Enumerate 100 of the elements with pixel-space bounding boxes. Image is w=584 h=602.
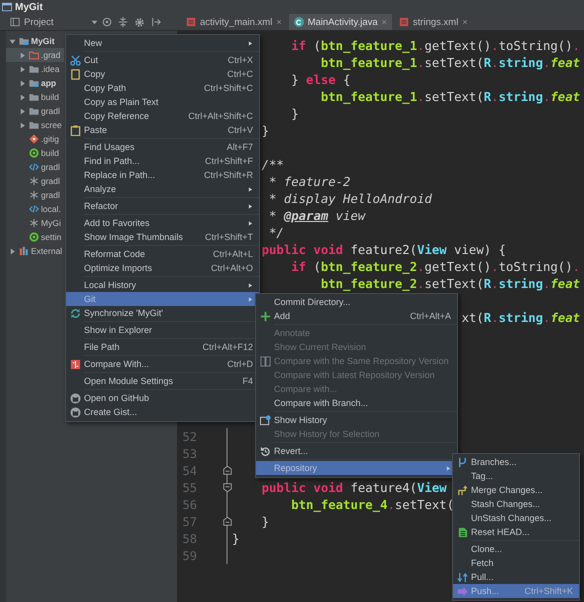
submenu-item[interactable]: Analyze <box>66 182 259 196</box>
pull-icon <box>456 572 468 582</box>
code-line: btn_feature_4.setText( <box>291 498 454 512</box>
editor-tab[interactable]: strings.xml × <box>394 14 473 30</box>
menu-item[interactable]: Find in Path... Ctrl+Shift+F <box>66 154 259 168</box>
code-line: } <box>291 106 299 120</box>
menu-item[interactable]: Compare with Branch... <box>256 396 457 410</box>
caret-right-icon <box>248 220 253 226</box>
git-file-icon <box>29 134 39 144</box>
line-number: 56 <box>182 498 197 512</box>
fold-marker-icon <box>222 465 232 476</box>
tree-row[interactable]: .grad <box>6 48 64 62</box>
fold-marker-icon <box>222 482 232 493</box>
module-folder-icon <box>19 36 29 46</box>
fold-marker-icon <box>222 516 232 527</box>
tree-row[interactable]: build <box>6 146 64 160</box>
caret-right-icon <box>248 40 253 46</box>
menu-item[interactable]: Copy Reference Ctrl+Alt+Shift+C <box>66 109 259 123</box>
tree-row[interactable]: .idea <box>6 62 64 76</box>
menu-item[interactable]: Copy as Plain Text <box>66 95 259 109</box>
copy-icon <box>70 68 80 80</box>
menu-item[interactable]: File Path Ctrl+Alt+F12 <box>66 340 259 354</box>
gear-icon <box>134 16 145 28</box>
menu-item[interactable]: Paste Ctrl+V <box>66 123 259 137</box>
menu-item[interactable]: Revert... <box>256 444 457 458</box>
history-icon <box>260 414 270 426</box>
tree-row[interactable]: build <box>6 90 64 104</box>
menu-item[interactable]: Compare With... Ctrl+D <box>66 357 259 371</box>
document-icon <box>456 526 468 538</box>
xml-file-icon <box>29 204 39 214</box>
sync-icon <box>70 308 80 318</box>
code-line: if (btn_feature_1.getText().toString(). <box>291 38 580 52</box>
locate-icon <box>102 17 112 27</box>
menu-item[interactable]: Merge Changes... <box>453 483 579 497</box>
tree-row[interactable]: MyGi <box>6 216 64 230</box>
window-title: MyGit <box>15 2 43 12</box>
menu-item[interactable]: Cut Ctrl+X <box>66 53 259 67</box>
menu-item[interactable]: Open Module Settings F4 <box>66 374 259 388</box>
xml-file-icon <box>186 17 196 27</box>
menu-item[interactable]: Fetch <box>453 556 579 570</box>
menu-item[interactable]: Reset HEAD... <box>453 525 579 539</box>
tree-row[interactable]: gradl <box>6 104 64 118</box>
collapse-icon <box>118 17 128 27</box>
module-folder-icon <box>29 78 39 88</box>
library-icon <box>19 246 29 256</box>
branch-icon <box>456 456 468 468</box>
menu-item[interactable]: Synchronize 'MyGit' <box>66 306 259 320</box>
submenu-item[interactable]: Refactor <box>66 199 259 213</box>
tree-row[interactable]: settin <box>6 230 64 244</box>
cat-head-icon <box>70 406 80 418</box>
line-number: 53 <box>182 446 197 460</box>
plus-icon <box>260 310 270 322</box>
xml-file-icon <box>398 17 409 27</box>
asterisk-icon <box>29 190 39 200</box>
tree-row[interactable]: app <box>6 76 64 90</box>
menu-item[interactable]: Copy Path Ctrl+Shift+C <box>66 81 259 95</box>
caret-right-icon <box>248 186 253 192</box>
tree-row[interactable]: gradl <box>6 188 64 202</box>
gradle-file-icon <box>29 148 39 158</box>
menu-item[interactable]: Optimize Imports Ctrl+Alt+O <box>66 261 259 275</box>
tree-row[interactable]: local. <box>6 202 64 216</box>
submenu-item[interactable]: New <box>66 36 259 50</box>
menu-item[interactable]: Replace in Path... Ctrl+Shift+R <box>66 168 259 182</box>
code-line: } <box>262 514 270 528</box>
menu-item[interactable]: Stash Changes... <box>453 497 579 511</box>
scissors-icon <box>70 54 80 66</box>
xml-file-icon <box>29 162 39 172</box>
code-line: public void feature4(View <box>262 480 447 494</box>
code-line: } else { <box>291 72 350 86</box>
tree-row[interactable]: External <box>6 244 64 258</box>
menu-item[interactable]: Add Ctrl+Alt+A <box>256 309 457 323</box>
editor-tab[interactable]: activity_main.xml × <box>181 14 287 30</box>
dropdown-caret-icon <box>91 18 98 26</box>
submenu-item[interactable]: Local History <box>66 278 259 292</box>
code-line: btn_feature_1.setText(R.string.feat <box>320 56 580 70</box>
tree-row[interactable]: gradl <box>6 160 64 174</box>
menu-item[interactable]: Clone... <box>453 542 579 556</box>
tree-row[interactable]: gradl <box>6 174 64 188</box>
menu-item[interactable]: Copy Ctrl+C <box>66 67 259 81</box>
code-line: } <box>232 532 240 546</box>
menu-item[interactable]: UnStash Changes... <box>453 511 579 525</box>
submenu-item[interactable]: Add to Favorites <box>66 216 259 230</box>
compare-icon <box>70 358 80 370</box>
menu-item[interactable]: Open on GitHub <box>66 391 259 405</box>
line-number: 52 <box>182 430 197 444</box>
tree-row[interactable]: MyGit <box>6 34 64 48</box>
cat-head-icon <box>70 392 80 404</box>
merge-icon <box>456 484 468 496</box>
code-line: btn_feature_1.setText(R.string.feat <box>320 90 580 104</box>
menu-item[interactable]: Create Gist... <box>66 405 259 419</box>
menu-item[interactable]: Commit Directory... <box>256 295 457 309</box>
menu-item[interactable]: Show Image Thumbnails Ctrl+Shift+T <box>66 230 259 244</box>
code-line: * display HelloAndroid <box>269 192 432 206</box>
menu-item[interactable]: Pull... <box>453 570 579 584</box>
menu-item[interactable]: Reformat Code Ctrl+Alt+L <box>66 247 259 261</box>
tree-row[interactable]: scree <box>6 118 64 132</box>
menu-item[interactable]: Find Usages Alt+F7 <box>66 140 259 154</box>
menu-item[interactable]: Show in Explorer <box>66 323 259 337</box>
tree-row[interactable]: .gitig <box>6 132 64 146</box>
menu-item[interactable]: Show History <box>256 413 457 427</box>
